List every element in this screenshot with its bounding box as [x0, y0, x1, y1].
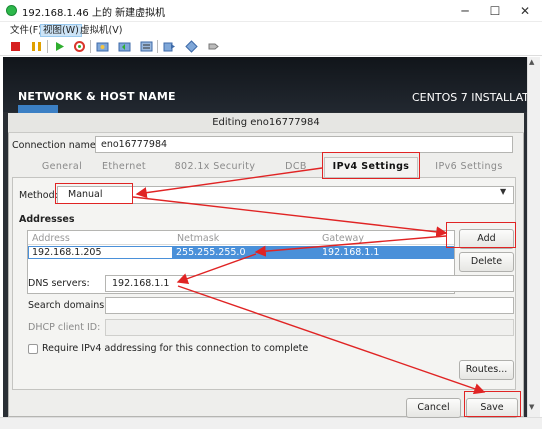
arrow-address-to-dns	[176, 253, 257, 284]
arrow-dns-to-save	[177, 285, 486, 395]
arrow-add-to-address	[254, 235, 447, 257]
annotation-arrows	[132, 167, 486, 395]
arrow-tab-to-method	[135, 167, 323, 199]
arrow-method-to-add	[132, 196, 448, 238]
